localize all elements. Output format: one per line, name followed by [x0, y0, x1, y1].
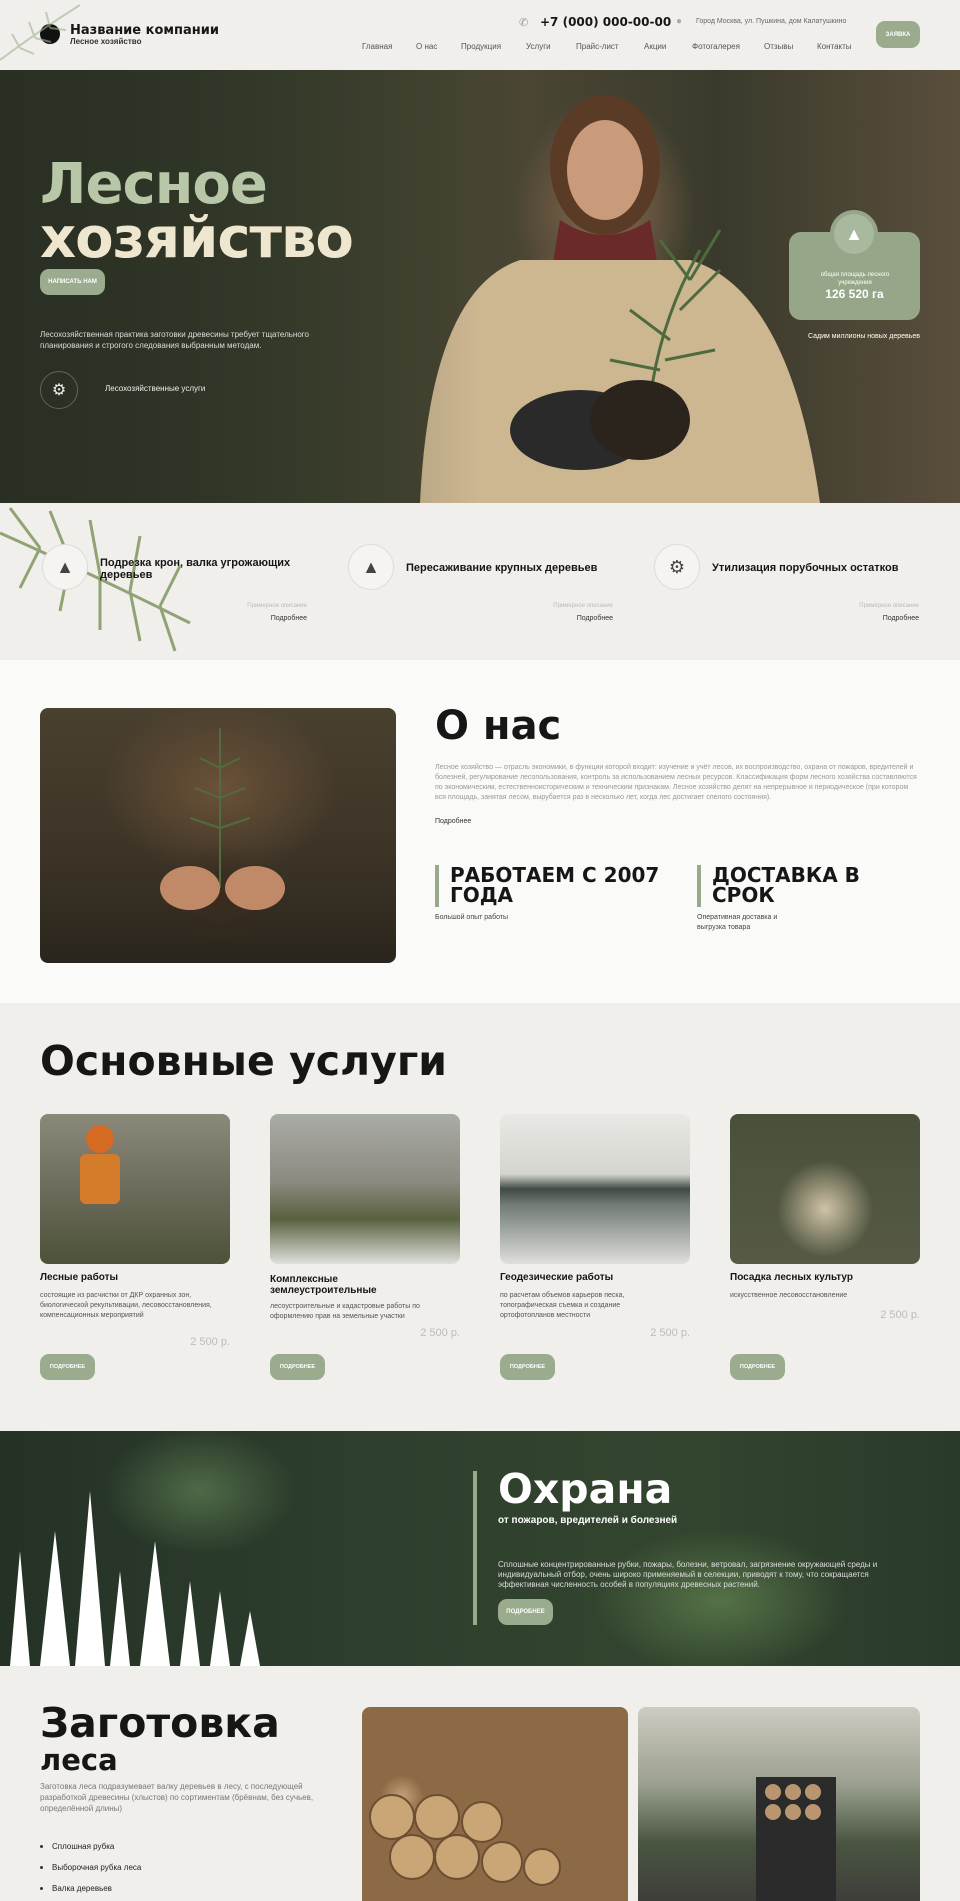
nav-services[interactable]: Услуги	[526, 42, 551, 51]
phone-icon: ✆	[519, 17, 529, 29]
protection-banner	[0, 1431, 960, 1666]
forest-aerial-image	[10, 1491, 260, 1666]
address: Город Москва, ул. Пушкина, дом Калатушки…	[696, 18, 847, 25]
nav-prices[interactable]: Прайс-лист	[576, 42, 619, 51]
feature-title-3: Утилизация порубочных остатков	[712, 562, 899, 574]
feature-sample-1: Примерное описание	[247, 603, 307, 609]
service-price-2: 2 500 р.	[420, 1327, 460, 1339]
service-photo-geodesy[interactable]	[500, 1114, 690, 1264]
delivery-heading: ДОСТАВКА В СРОК	[712, 863, 860, 907]
service-desc-1: состоящие из расчистки от ДКР охранных з…	[40, 1292, 212, 1319]
protection-text: Сплошные концентрированные рубки, пожары…	[498, 1560, 878, 1589]
hero-title-line1: Лесное	[40, 152, 268, 217]
harvest-title: Заготовка	[40, 1699, 280, 1747]
feature-sample-2: Примерное описание	[553, 603, 613, 609]
protection-title: Охрана	[498, 1465, 673, 1513]
hero-description: Лесохозяйственная практика заготовки дре…	[40, 330, 309, 350]
feature-title-1: Подрезка крон, валка угрожающих деревьев	[100, 557, 291, 581]
nav-gallery[interactable]: Фотогалерея	[692, 42, 740, 51]
service-name-3: Геодезические работы	[500, 1272, 614, 1283]
about-text: Лесное хозяйство — отрасль экономики, в …	[435, 764, 917, 801]
service-more-button-2[interactable]: ПОДРОБНЕЕ	[270, 1354, 325, 1380]
harvest-description: Заготовка леса подразумевает валку дерев…	[40, 1782, 314, 1813]
nav-promos[interactable]: Акции	[644, 42, 666, 51]
write-us-button[interactable]: НАПИСАТЬ НАМ	[40, 269, 105, 295]
fern-decoration	[0, 4, 81, 61]
service-price-1: 2 500 р.	[190, 1336, 230, 1348]
service-photo-land[interactable]	[270, 1114, 460, 1264]
service-name-2: Комплексные землеустроительные	[270, 1274, 377, 1296]
since-2007-subtitle: Большой опыт работы	[435, 914, 509, 921]
service-name-4: Посадка лесных культур	[730, 1272, 853, 1283]
feature-sample-3: Примерное описание	[859, 603, 919, 609]
trees-icon: ▲	[42, 544, 88, 590]
nav-contacts[interactable]: Контакты	[817, 42, 852, 51]
accent-bar	[435, 865, 439, 907]
protection-more-button[interactable]: ПОДРОБНЕЕ	[498, 1599, 553, 1625]
service-name-1: Лесные работы	[40, 1272, 119, 1283]
protection-subtitle: от пожаров, вредителей и болезней	[498, 1515, 678, 1526]
about-more-link[interactable]: Подробнее	[435, 818, 471, 825]
services-title: Основные услуги	[40, 1037, 448, 1085]
tree-icon: ▲	[348, 544, 394, 590]
about-photo	[40, 708, 396, 963]
log-truck-image	[756, 1777, 836, 1901]
accent-bar	[697, 865, 701, 907]
service-more-button-4[interactable]: ПОДРОБНЕЕ	[730, 1354, 785, 1380]
phone-number[interactable]: +7 (000) 000-00-00	[540, 15, 671, 29]
lumberjack-image	[80, 1125, 120, 1204]
list-item: Сплошная рубка	[40, 1842, 141, 1851]
harvest-subtitle: леса	[40, 1743, 118, 1777]
tree-icon: ▲	[830, 210, 878, 258]
service-photo-forest-work[interactable]	[40, 1114, 230, 1264]
logs-photo[interactable]	[362, 1707, 628, 1901]
since-2007-heading: РАБОТАЕМ С 2007 ГОДА	[450, 863, 660, 907]
hero-title-line2: хозяйство	[40, 206, 354, 271]
nav-home[interactable]: Главная	[362, 42, 392, 51]
nav-about[interactable]: О нас	[416, 42, 437, 51]
about-title: О нас	[435, 703, 562, 749]
list-item: Валка деревьев	[40, 1884, 141, 1893]
seedling-image	[160, 728, 285, 910]
forestry-machine-icon: ⚙	[654, 544, 700, 590]
truck-photo[interactable]	[638, 1707, 920, 1901]
logs-image	[369, 1794, 561, 1886]
feature-more-2[interactable]: Подробнее	[493, 615, 613, 622]
hero-title: Лесное хозяйство	[40, 152, 354, 271]
harvest-list: Сплошная рубка Выборочная рубка леса Вал…	[40, 1842, 141, 1901]
feature-more-1[interactable]: Подробнее	[187, 615, 307, 622]
service-more-button-1[interactable]: ПОДРОБНЕЕ	[40, 1354, 95, 1380]
feature-title-2: Пересаживание крупных деревьев	[406, 562, 598, 574]
service-price-4: 2 500 р.	[880, 1309, 920, 1321]
harvester-icon: ⚙	[40, 371, 78, 409]
delivery-subtitle: Оперативная доставка и выгрузка товара	[697, 914, 778, 931]
feature-more-3[interactable]: Подробнее	[799, 615, 919, 622]
service-more-button-3[interactable]: ПОДРОБНЕЕ	[500, 1354, 555, 1380]
stat-value: 126 520 га	[825, 287, 884, 301]
service-desc-3: по расчетам объемов карьеров песка, топо…	[500, 1292, 625, 1319]
stat-label: общая площадь лесного учреждения	[820, 272, 890, 286]
service-photo-planting[interactable]	[730, 1114, 920, 1264]
location-pin-icon: ●	[676, 16, 683, 27]
stat-caption: Садим миллионы новых деревьев	[807, 333, 920, 340]
company-name: Название компании	[70, 23, 219, 38]
list-item: Выборочная рубка леса	[40, 1863, 141, 1872]
request-button[interactable]: ЗАЯВКА	[876, 21, 920, 48]
nav-products[interactable]: Продукция	[461, 42, 501, 51]
service-desc-4: искусственное лесовосстановление	[730, 1292, 848, 1299]
hero-service-label[interactable]: Лесохозяйственные услуги	[105, 384, 205, 393]
accent-bar	[473, 1471, 477, 1625]
service-price-3: 2 500 р.	[650, 1327, 690, 1339]
service-desc-2: лесоустроительные и кадастровые работы п…	[270, 1303, 420, 1320]
nav-reviews[interactable]: Отзывы	[764, 42, 793, 51]
